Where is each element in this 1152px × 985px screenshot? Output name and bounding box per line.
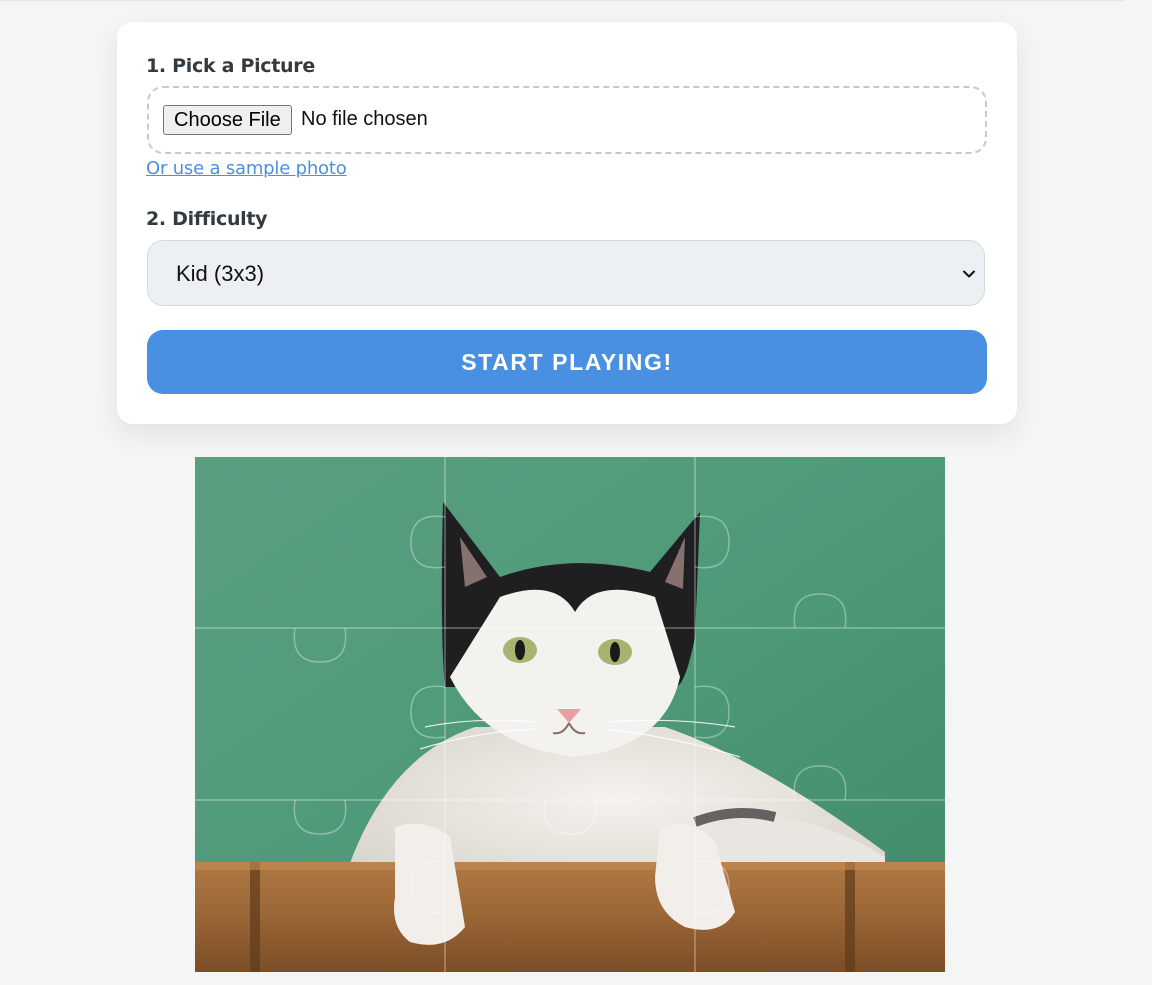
choose-file-button[interactable]: Choose File bbox=[163, 105, 292, 135]
sample-photo-link[interactable]: Or use a sample photo bbox=[146, 158, 347, 179]
setup-card: 1. Pick a Picture Choose File No file ch… bbox=[117, 22, 1017, 424]
start-playing-label: START PLAYING! bbox=[461, 348, 673, 375]
pick-picture-label: 1. Pick a Picture bbox=[146, 55, 315, 77]
chevron-down-icon bbox=[963, 270, 975, 278]
difficulty-label: 2. Difficulty bbox=[146, 208, 268, 230]
difficulty-select[interactable]: Kid (3x3) bbox=[147, 240, 985, 306]
file-status-text: No file chosen bbox=[301, 108, 428, 130]
difficulty-selected-value: Kid (3x3) bbox=[176, 261, 265, 286]
top-divider bbox=[0, 0, 1124, 1]
puzzle-preview-image bbox=[195, 457, 945, 972]
bamboo-log bbox=[195, 862, 945, 972]
start-playing-button[interactable]: START PLAYING! bbox=[147, 330, 987, 394]
